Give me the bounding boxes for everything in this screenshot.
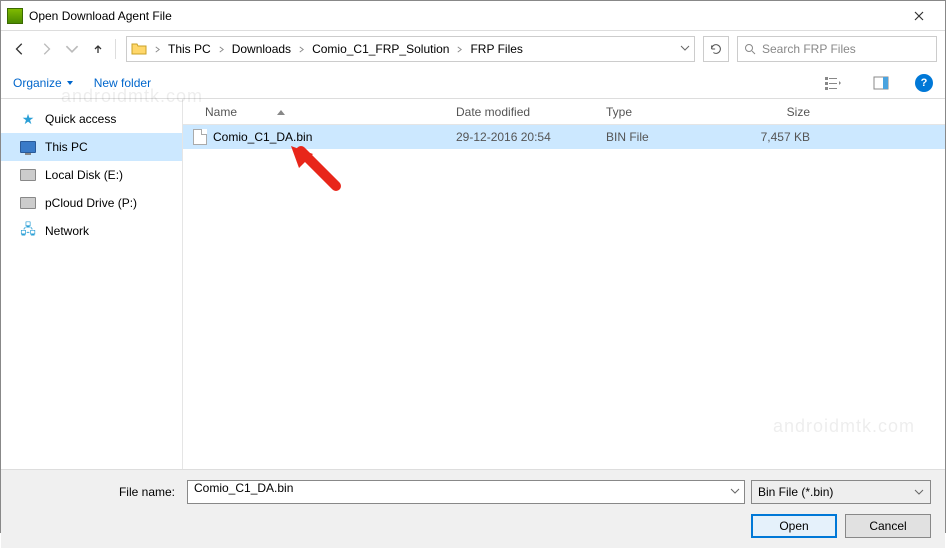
sort-indicator-icon — [277, 105, 285, 119]
window-title: Open Download Agent File — [29, 9, 899, 23]
file-row[interactable]: Comio_C1_DA.bin 29-12-2016 20:54 BIN Fil… — [183, 125, 945, 149]
search-input[interactable]: Search FRP Files — [737, 36, 937, 62]
close-icon — [914, 11, 924, 21]
chevron-right-icon[interactable] — [295, 37, 308, 61]
column-name[interactable]: Name — [183, 99, 448, 124]
preview-pane-icon — [873, 76, 889, 90]
column-headers: Name Date modified Type Size — [183, 99, 945, 125]
search-icon — [744, 43, 756, 55]
toolbar: Organize New folder ? — [1, 67, 945, 99]
dialog-footer: File name: Comio_C1_DA.bin Bin File (*.b… — [1, 469, 945, 548]
sidebar-item-label: Local Disk (E:) — [45, 168, 123, 182]
view-options-button[interactable] — [819, 72, 847, 94]
column-size[interactable]: Size — [718, 99, 818, 124]
file-icon — [193, 129, 207, 145]
help-button[interactable]: ? — [915, 74, 933, 92]
refresh-button[interactable] — [703, 36, 729, 62]
column-date[interactable]: Date modified — [448, 99, 598, 124]
nav-row: This PC Downloads Comio_C1_FRP_Solution … — [1, 31, 945, 67]
view-icon — [824, 76, 842, 90]
folder-icon — [131, 42, 147, 56]
star-icon: ★ — [19, 110, 37, 128]
chevron-right-icon[interactable] — [151, 37, 164, 61]
file-date: 29-12-2016 20:54 — [448, 130, 598, 144]
address-bar[interactable]: This PC Downloads Comio_C1_FRP_Solution … — [126, 36, 695, 62]
open-button[interactable]: Open — [751, 514, 837, 538]
pc-icon — [19, 138, 37, 156]
file-type-filter[interactable]: Bin File (*.bin) — [751, 480, 931, 504]
file-size: 7,457 KB — [718, 130, 818, 144]
chevron-down-icon[interactable] — [680, 42, 690, 56]
preview-pane-button[interactable] — [867, 72, 895, 94]
title-bar: Open Download Agent File — [1, 1, 945, 31]
sidebar-item-network[interactable]: 🖧 Network — [1, 217, 182, 245]
drive-icon — [19, 166, 37, 184]
file-name: Comio_C1_DA.bin — [213, 130, 312, 144]
file-list-area: Name Date modified Type Size Comio_C1_DA… — [183, 99, 945, 469]
close-button[interactable] — [899, 1, 939, 31]
back-button[interactable] — [9, 38, 31, 60]
organize-menu[interactable]: Organize — [13, 76, 74, 90]
breadcrumb-item[interactable]: This PC — [164, 37, 215, 61]
breadcrumb-item[interactable]: Comio_C1_FRP_Solution — [308, 37, 453, 61]
filename-input[interactable]: Comio_C1_DA.bin — [187, 480, 745, 504]
file-type: BIN File — [598, 130, 718, 144]
navigation-sidebar: ★ Quick access This PC Local Disk (E:) p… — [1, 99, 183, 469]
sidebar-item-this-pc[interactable]: This PC — [1, 133, 182, 161]
sidebar-item-pcloud[interactable]: pCloud Drive (P:) — [1, 189, 182, 217]
main-area: ★ Quick access This PC Local Disk (E:) p… — [1, 99, 945, 469]
up-button[interactable] — [87, 38, 109, 60]
chevron-right-icon[interactable] — [453, 37, 466, 61]
filename-label: File name: — [15, 485, 175, 499]
separator — [115, 39, 116, 59]
chevron-down-icon — [914, 487, 924, 497]
breadcrumb-item[interactable]: FRP Files — [466, 37, 526, 61]
network-icon: 🖧 — [19, 222, 37, 240]
sidebar-item-label: Quick access — [45, 112, 116, 126]
sidebar-item-local-disk[interactable]: Local Disk (E:) — [1, 161, 182, 189]
column-type[interactable]: Type — [598, 99, 718, 124]
cancel-button[interactable]: Cancel — [845, 514, 931, 538]
chevron-down-icon — [66, 79, 74, 87]
sidebar-item-label: This PC — [45, 140, 88, 154]
search-placeholder: Search FRP Files — [762, 42, 856, 56]
sidebar-item-label: Network — [45, 224, 89, 238]
forward-button[interactable] — [35, 38, 57, 60]
sidebar-item-quick-access[interactable]: ★ Quick access — [1, 105, 182, 133]
new-folder-button[interactable]: New folder — [94, 76, 151, 90]
recent-dropdown[interactable] — [61, 38, 83, 60]
breadcrumb-item[interactable]: Downloads — [228, 37, 295, 61]
drive-icon — [19, 194, 37, 212]
chevron-down-icon[interactable] — [730, 485, 740, 499]
chevron-right-icon[interactable] — [215, 37, 228, 61]
refresh-icon — [709, 42, 723, 56]
sidebar-item-label: pCloud Drive (P:) — [45, 196, 137, 210]
app-icon — [7, 8, 23, 24]
